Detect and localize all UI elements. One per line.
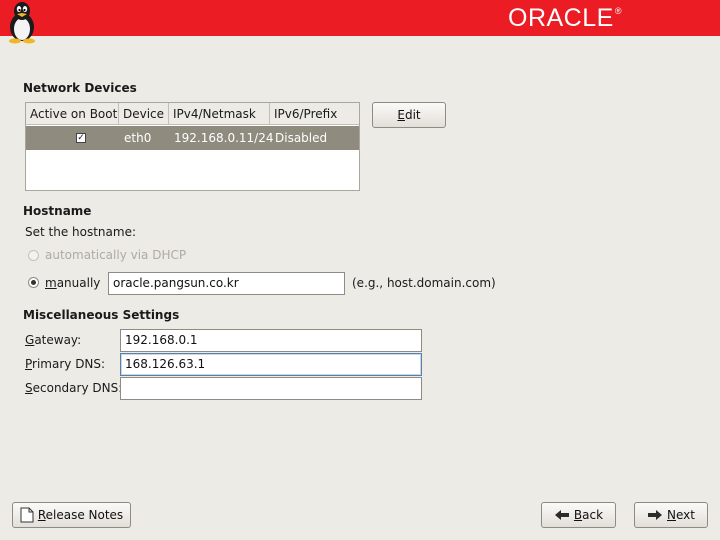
network-devices-title: Network Devices: [23, 81, 137, 95]
column-header-ipv6[interactable]: IPv6/Prefix: [270, 103, 361, 125]
table-row[interactable]: ✓ eth0 192.168.0.11/24 Disabled: [26, 126, 359, 150]
set-hostname-label: Set the hostname:: [25, 225, 137, 239]
manual-radio[interactable]: [28, 277, 39, 288]
dhcp-radio-label: automatically via DHCP: [45, 248, 187, 262]
document-icon: [20, 507, 34, 523]
secondary-dns-label: Secondary DNS:: [25, 381, 123, 395]
hostname-hint: (e.g., host.domain.com): [352, 276, 496, 290]
tux-penguin-icon: [9, 2, 35, 44]
column-header-ipv4[interactable]: IPv4/Netmask: [169, 103, 270, 125]
hostname-title: Hostname: [23, 204, 92, 218]
manual-radio-label: manually: [45, 276, 101, 290]
primary-dns-input[interactable]: 168.126.63.1: [120, 353, 422, 376]
table-header: Active on Boot Device IPv4/Netmask IPv6/…: [26, 103, 359, 125]
ipv4-cell: 192.168.0.11/24: [174, 131, 274, 145]
gateway-label: Gateway:: [25, 333, 82, 347]
ipv6-cell: Disabled: [275, 131, 328, 145]
misc-settings-title: Miscellaneous Settings: [23, 308, 180, 322]
edit-button[interactable]: Edit: [372, 102, 446, 128]
network-devices-table[interactable]: Active on Boot Device IPv4/Netmask IPv6/…: [25, 102, 360, 191]
gateway-input[interactable]: 192.168.0.1: [120, 329, 422, 352]
primary-dns-label: Primary DNS:: [25, 357, 106, 371]
oracle-logo: ORACLE®: [508, 4, 622, 32]
column-header-active-on-boot[interactable]: Active on Boot: [26, 103, 119, 125]
next-button[interactable]: Next: [634, 502, 708, 528]
back-arrow-icon: [554, 510, 569, 520]
active-on-boot-checkbox[interactable]: ✓: [76, 133, 86, 143]
next-arrow-icon: [648, 510, 663, 520]
hostname-input[interactable]: oracle.pangsun.co.kr: [108, 272, 345, 295]
device-cell: eth0: [124, 131, 152, 145]
secondary-dns-input[interactable]: [120, 377, 422, 400]
release-notes-button[interactable]: Release Notes: [12, 502, 131, 528]
back-button[interactable]: Back: [541, 502, 616, 528]
column-header-device[interactable]: Device: [119, 103, 169, 125]
dhcp-radio[interactable]: [28, 250, 39, 261]
